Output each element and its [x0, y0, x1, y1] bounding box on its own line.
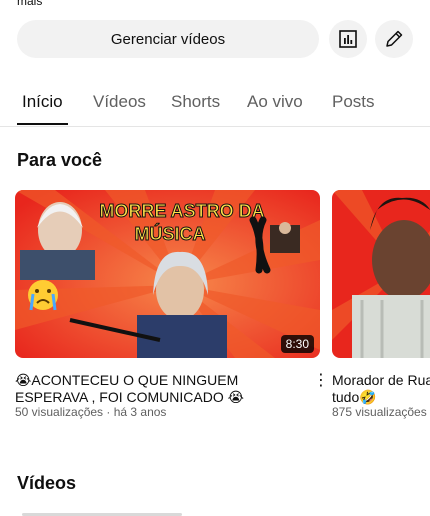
analytics-button[interactable] — [329, 20, 367, 58]
video-card[interactable]: Morador de Rua tudo🤣 875 visualizações — [332, 190, 430, 420]
manage-videos-button[interactable]: Gerenciar vídeos — [17, 20, 319, 58]
video-title[interactable]: Morador de Rua tudo🤣 — [332, 372, 430, 406]
tab-shorts[interactable]: Shorts — [171, 92, 220, 112]
channel-tabs: Início Vídeos Shorts Ao vivo Posts — [0, 86, 430, 127]
thumbnail-headline-2: MÚSICA — [135, 223, 206, 244]
thumbnail-art: MORRE ASTRO DA MÚSICA — [15, 190, 320, 358]
pencil-icon — [386, 30, 403, 47]
video-duration-badge: 8:30 — [280, 335, 314, 353]
tab-posts[interactable]: Posts — [332, 92, 375, 112]
section-title-for-you: Para você — [17, 150, 103, 170]
video-title[interactable]: 😭ACONTECEU O QUE NINGUEM ESPERAVA , FOI … — [15, 372, 315, 406]
video-thumbnail[interactable] — [332, 190, 430, 358]
tab-videos[interactable]: Vídeos — [93, 92, 146, 112]
thumbnail-headline-1: MORRE ASTRO DA — [99, 201, 264, 221]
video-thumbnail[interactable]: MORRE ASTRO DA MÚSICA 8:30 — [15, 190, 320, 358]
thumbnail-art — [332, 190, 430, 358]
video-card[interactable]: MORRE ASTRO DA MÚSICA 8:30 😭ACONTECEU O … — [15, 190, 329, 420]
edit-channel-button[interactable] — [375, 20, 413, 58]
active-tab-indicator — [17, 123, 68, 125]
tab-inicio[interactable]: Início — [22, 92, 63, 112]
analytics-icon — [339, 30, 357, 48]
tab-ao-vivo[interactable]: Ao vivo — [247, 92, 303, 112]
more-options-icon[interactable]: ⋮ — [313, 370, 329, 390]
video-meta: 50 visualizações · há 3 anos — [15, 405, 167, 419]
truncated-description-text: mais — [17, 0, 43, 8]
section-title-videos: Vídeos — [17, 473, 77, 493]
video-meta: 875 visualizações — [332, 405, 427, 419]
channel-actions-row: Gerenciar vídeos — [17, 20, 417, 58]
